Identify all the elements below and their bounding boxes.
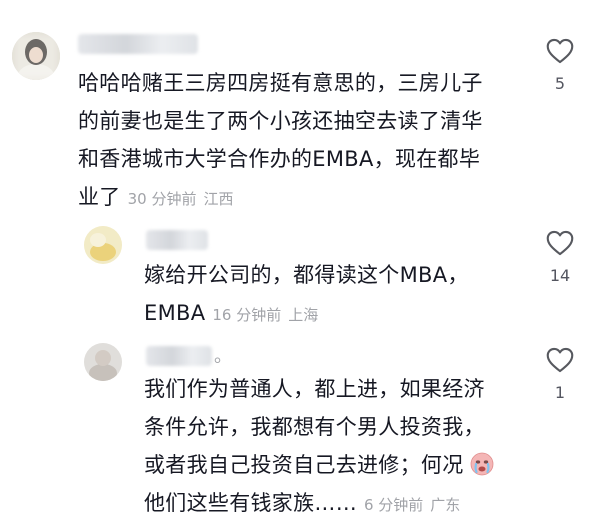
comment-line-last: EMBA 16 分钟前 上海	[144, 294, 469, 334]
comment-line-last: 他们这些有钱家族…… 6 分钟前 广东	[144, 484, 494, 524]
comment-text-segment: 或者我自己投资自己去进修；何况	[144, 453, 464, 477]
comment-text: 我们作为普通人，都上进，如果经济 条件允许，我都想有个男人投资我， 或者我自己投…	[144, 370, 494, 524]
avatar-image	[84, 343, 122, 381]
comment-line: 哈哈哈赌王三房四房挺有意思的，三房儿子	[78, 71, 483, 95]
like-count: 1	[554, 383, 566, 402]
username-suffix: 。	[214, 346, 232, 367]
comment-text: 嫁给开公司的，都得读这个MBA， EMBA 16 分钟前 上海	[144, 256, 469, 334]
comment-line: 条件允许，我都想有个男人投资我，	[144, 415, 485, 439]
comment-line-last: 业了 30 分钟前 江西	[78, 178, 483, 218]
user-avatar[interactable]	[12, 32, 60, 80]
username-blurred[interactable]	[146, 230, 208, 250]
comment-text-end: EMBA	[144, 301, 206, 325]
comment-text-end: 他们这些有钱家族……	[144, 491, 357, 515]
avatar-image	[12, 32, 60, 80]
like-button[interactable]: 14	[538, 230, 582, 285]
avatar-image	[84, 226, 122, 264]
username-blurred[interactable]	[78, 34, 198, 54]
comment-line: 或者我自己投资自己去进修；何况	[144, 446, 494, 484]
comment-time: 6 分钟前	[363, 496, 424, 514]
heart-icon	[546, 38, 574, 64]
comment-line: 的前妻也是生了两个小孩还抽空去读了清华	[78, 109, 483, 133]
comment-line: 我们作为普通人，都上进，如果经济	[144, 377, 485, 401]
crying-face-emoji-icon	[471, 452, 494, 476]
like-count: 14	[549, 266, 571, 285]
heart-icon	[546, 347, 574, 373]
user-avatar[interactable]	[84, 343, 122, 381]
comment-location: 江西	[203, 190, 234, 208]
comment-text: 哈哈哈赌王三房四房挺有意思的，三房儿子 的前妻也是生了两个小孩还抽空去读了清华 …	[78, 64, 483, 218]
comment-location: 上海	[288, 306, 319, 324]
like-count: 5	[554, 74, 566, 93]
comment-line: 嫁给开公司的，都得读这个MBA，	[144, 263, 469, 287]
user-avatar[interactable]	[84, 226, 122, 264]
comment-text-end: 业了	[78, 185, 121, 209]
comment-location: 广东	[430, 496, 461, 514]
comment-time: 30 分钟前	[127, 190, 197, 208]
like-button[interactable]: 5	[538, 38, 582, 93]
heart-icon	[546, 230, 574, 256]
comment-line: 和香港城市大学合作办的EMBA，现在都毕	[78, 147, 481, 171]
username-blurred[interactable]	[146, 346, 212, 366]
comment-time: 16 分钟前	[212, 306, 282, 324]
like-button[interactable]: 1	[538, 347, 582, 402]
